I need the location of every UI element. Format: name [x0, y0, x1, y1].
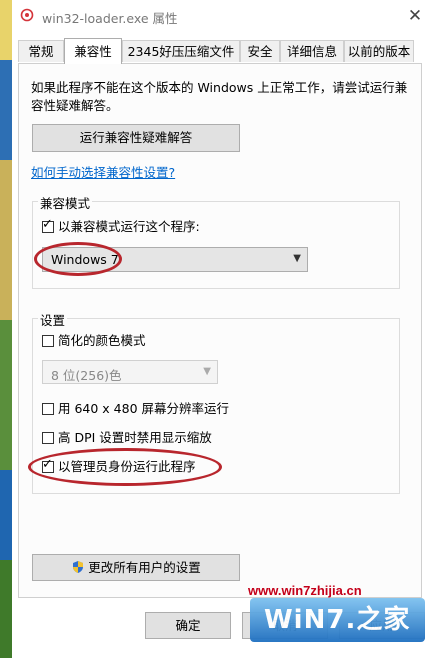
- tab-compatibility[interactable]: 兼容性: [64, 38, 122, 64]
- tab-previous-versions[interactable]: 以前的版本: [344, 40, 414, 62]
- color-depth-value: 8 位(256)色: [51, 368, 122, 383]
- window-title: win32-loader.exe 属性: [42, 11, 178, 26]
- tab-general[interactable]: 常规: [18, 40, 64, 62]
- watermark-url: www.win7zhijia.cn: [248, 583, 362, 598]
- res-640-label: 用 640 x 480 屏幕分辨率运行: [58, 401, 230, 416]
- tab-details[interactable]: 详细信息: [280, 40, 344, 62]
- compat-os-value: Windows 7: [51, 252, 119, 267]
- shield-icon: [73, 561, 84, 573]
- checkbox-checked-icon: ✓: [42, 217, 54, 233]
- compat-mode-checkbox[interactable]: ✓ 以兼容模式运行这个程序:: [42, 217, 200, 234]
- run-as-admin-label: 以管理员身份运行此程序: [58, 459, 196, 474]
- compat-mode-group-label: 兼容模式: [38, 193, 93, 212]
- run-as-admin-checkbox[interactable]: ✓ 以管理员身份运行此程序: [42, 457, 196, 474]
- change-all-users-label: 更改所有用户的设置: [88, 560, 201, 575]
- res-640-checkbox[interactable]: 用 640 x 480 屏幕分辨率运行: [42, 402, 229, 416]
- checkbox-unchecked-icon: [42, 432, 54, 444]
- high-dpi-checkbox[interactable]: 高 DPI 设置时禁用显示缩放: [42, 431, 212, 445]
- tab-bar: 常规 兼容性 2345好压压缩文件 安全 详细信息 以前的版本: [18, 38, 418, 64]
- tab-2345-archive[interactable]: 2345好压压缩文件: [122, 40, 240, 62]
- compat-os-select[interactable]: Windows 7 ▼: [42, 247, 308, 272]
- compat-description: 如果此程序不能在这个版本的 Windows 上正常工作，请尝试运行兼容性疑难解答…: [31, 80, 408, 113]
- app-icon: [20, 8, 34, 22]
- checkbox-unchecked-icon: [42, 403, 54, 415]
- manual-compat-settings-link[interactable]: 如何手动选择兼容性设置?: [31, 162, 175, 181]
- close-icon[interactable]: ✕: [405, 6, 425, 26]
- compat-mode-group: [32, 201, 400, 289]
- chevron-down-icon: ▼: [203, 366, 211, 377]
- reduced-color-checkbox[interactable]: 简化的颜色模式: [42, 334, 146, 348]
- checkbox-checked-icon: ✓: [42, 457, 54, 473]
- ok-button[interactable]: 确定: [145, 612, 231, 639]
- high-dpi-label: 高 DPI 设置时禁用显示缩放: [58, 430, 212, 445]
- title-bar: win32-loader.exe 属性 ✕: [12, 0, 435, 32]
- checkbox-unchecked-icon: [42, 335, 54, 347]
- compat-mode-checkbox-label: 以兼容模式运行这个程序:: [58, 219, 200, 234]
- chevron-down-icon: ▼: [293, 253, 301, 264]
- tab-security[interactable]: 安全: [240, 40, 280, 62]
- change-all-users-button[interactable]: 更改所有用户的设置: [32, 554, 240, 581]
- color-depth-select[interactable]: 8 位(256)色 ▼: [42, 360, 218, 384]
- run-compat-troubleshooter-button[interactable]: 运行兼容性疑难解答: [32, 124, 240, 152]
- watermark-logo: WiN7.之家: [250, 598, 425, 642]
- settings-group-label: 设置: [38, 310, 68, 329]
- properties-dialog: win32-loader.exe 属性 ✕ 常规 兼容性 2345好压压缩文件 …: [12, 0, 435, 658]
- reduced-color-label: 简化的颜色模式: [58, 333, 146, 348]
